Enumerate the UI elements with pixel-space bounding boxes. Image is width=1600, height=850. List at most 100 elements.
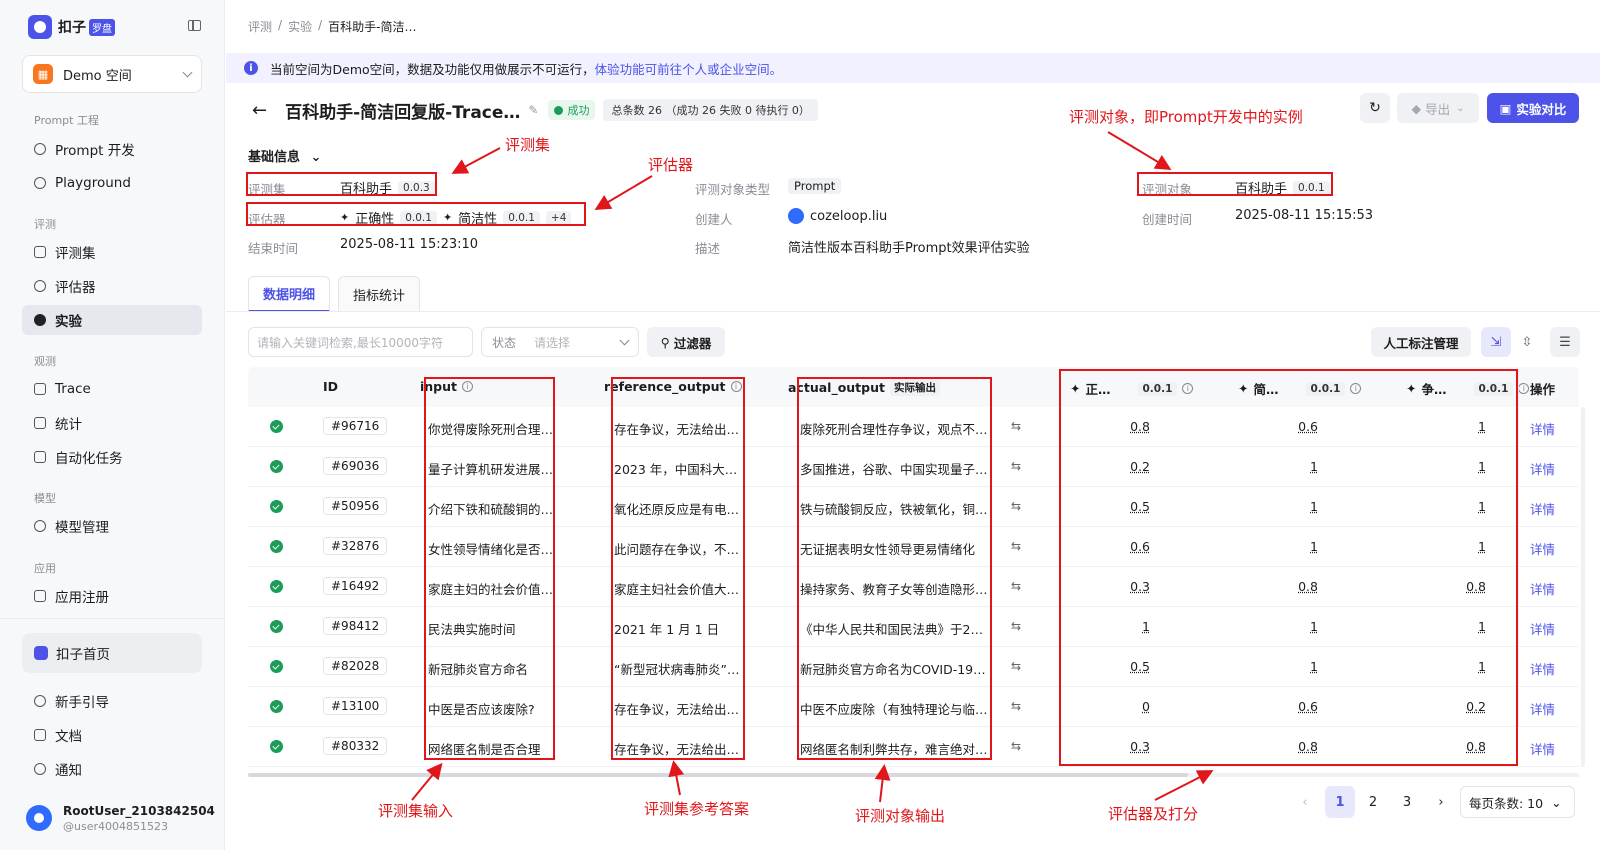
space-select[interactable]: ▦ Demo 空间 — [22, 55, 202, 93]
cell-input[interactable]: 网络匿名制是否合理 — [428, 739, 558, 758]
expand-view-icon[interactable]: ⇳ — [1512, 327, 1542, 357]
sidebar-item-model-mgmt[interactable]: 模型管理 — [22, 511, 202, 541]
trace-icon[interactable]: ⇆ — [1011, 659, 1021, 673]
info-icon[interactable]: i — [462, 381, 474, 392]
page-3-button[interactable]: 3 — [1392, 786, 1422, 818]
sidebar-collapse-icon[interactable] — [188, 20, 201, 31]
trace-icon[interactable]: ⇆ — [1011, 419, 1021, 433]
cell-reference[interactable]: 氧化还原反应是有电… — [614, 499, 744, 518]
edit-icon[interactable]: ✎ — [528, 103, 538, 117]
table-row[interactable]: #50956 介绍下铁和硫酸铜的… 氧化还原反应是有电… 铁与硫酸铜反应，铁被氧化，铜… — [248, 487, 1579, 527]
row-id[interactable]: #82028 — [323, 657, 388, 675]
cell-actual[interactable]: 铁与硫酸铜反应，铁被氧化，铜… — [800, 499, 990, 518]
detail-link[interactable]: 详情 — [1530, 459, 1555, 478]
cell-input[interactable]: 新冠肺炎官方命名 — [428, 659, 558, 678]
cell-score-3[interactable]: 1 — [1446, 499, 1486, 514]
search-input[interactable]: 请输入关键词检索,最长10000字符 — [248, 327, 473, 357]
trace-icon[interactable]: ⇆ — [1011, 619, 1021, 633]
filter-button[interactable]: ⚲ 过滤器 — [647, 327, 725, 357]
sidebar-item-docs[interactable]: 文档 — [22, 720, 202, 750]
cell-score-1[interactable]: 0.3 — [1110, 739, 1150, 754]
detail-link[interactable]: 详情 — [1530, 499, 1555, 518]
detail-link[interactable]: 详情 — [1530, 739, 1555, 758]
row-id[interactable]: #80332 — [323, 737, 388, 755]
target-value[interactable]: 百科助手 0.0.1 — [1235, 178, 1330, 197]
table-row[interactable]: #98412 民法典实施时间 2021 年 1 月 1 日 《中华人民共和国民法典》于… — [248, 607, 1579, 647]
cell-reference[interactable]: “新型冠状病毒肺炎”… — [614, 659, 744, 678]
dataset-value[interactable]: 百科助手 0.0.3 — [340, 178, 435, 197]
home-button[interactable]: 扣子首页 — [22, 633, 202, 673]
cell-score-1[interactable]: 0 — [1110, 699, 1150, 714]
cell-score-2[interactable]: 1 — [1278, 619, 1318, 634]
cell-reference[interactable]: 家庭主妇社会价值大… — [614, 579, 744, 598]
info-icon[interactable]: i — [730, 381, 742, 392]
brand-logo[interactable]: 扣子 罗盘 — [28, 14, 208, 40]
basic-info-toggle[interactable]: 基础信息 ⌄ — [248, 146, 321, 165]
table-row[interactable]: #80332 网络匿名制是否合理 存在争议，无法给出… 网络匿名制利弊共存，难言绝对…… — [248, 727, 1579, 767]
cell-reference[interactable]: 此问题存在争议，不… — [614, 539, 744, 558]
cell-score-1[interactable]: 0.6 — [1110, 539, 1150, 554]
detail-link[interactable]: 详情 — [1530, 579, 1555, 598]
export-button[interactable]: ◆ 导出 ⌄ — [1397, 93, 1479, 123]
detail-link[interactable]: 详情 — [1530, 619, 1555, 638]
status-select[interactable]: 状态 请选择 — [481, 327, 639, 357]
table-row[interactable]: #69036 量子计算机研发进展… 2023 年，中国科大团… 多国推进，谷歌、中国实… — [248, 447, 1579, 487]
page-size-select[interactable]: 每页条数: 10 ⌄ — [1460, 786, 1575, 818]
cell-score-2[interactable]: 0.6 — [1278, 699, 1318, 714]
tab-metrics[interactable]: 指标统计 — [338, 276, 421, 312]
sidebar-item-app-reg[interactable]: 应用注册 — [22, 581, 202, 611]
cell-actual[interactable]: 操持家务、教育子女等创造隐形… — [800, 579, 990, 598]
info-icon[interactable]: i — [1518, 383, 1530, 394]
trace-icon[interactable]: ⇆ — [1011, 499, 1021, 513]
cell-score-3[interactable]: 0.8 — [1446, 739, 1486, 754]
cell-reference[interactable]: 存在争议，无法给出… — [614, 419, 744, 438]
cell-score-1[interactable]: 0.8 — [1110, 419, 1150, 434]
cell-input[interactable]: 量子计算机研发进展… — [428, 459, 558, 478]
info-icon[interactable]: i — [1350, 383, 1362, 394]
table-row[interactable]: #13100 中医是否应该废除? 存在争议，无法给出… 中医不应废除（有独特理论与临…… — [248, 687, 1579, 727]
cell-score-3[interactable]: 1 — [1446, 419, 1486, 434]
sidebar-item-stats[interactable]: 统计 — [22, 408, 202, 438]
user-profile[interactable]: RootUser_2103842504 @user4004851523 — [26, 798, 216, 838]
detail-link[interactable]: 详情 — [1530, 659, 1555, 678]
trace-icon[interactable]: ⇆ — [1011, 539, 1021, 553]
compact-view-icon[interactable]: ⇲ — [1481, 327, 1511, 357]
cell-score-1[interactable]: 0.2 — [1110, 459, 1150, 474]
table-row[interactable]: #32876 女性领导情绪化是否… 此问题存在争议，不… 无证据表明女性领导更易情绪化… — [248, 527, 1579, 567]
sidebar-item-prompt-dev[interactable]: Prompt 开发 — [22, 134, 202, 164]
sidebar-item-guide[interactable]: 新手引导 — [22, 686, 202, 716]
cell-input[interactable]: 家庭主妇的社会价值… — [428, 579, 558, 598]
cell-score-2[interactable]: 1 — [1278, 459, 1318, 474]
trace-icon[interactable]: ⇆ — [1011, 739, 1021, 753]
cell-actual[interactable]: 多国推进，谷歌、中国实现量子… — [800, 459, 990, 478]
cell-score-2[interactable]: 1 — [1278, 539, 1318, 554]
cell-actual[interactable]: 无证据表明女性领导更易情绪化 — [800, 539, 990, 558]
cell-score-3[interactable]: 1 — [1446, 619, 1486, 634]
detail-link[interactable]: 详情 — [1530, 699, 1555, 718]
cell-score-3[interactable]: 1 — [1446, 659, 1486, 674]
cell-reference[interactable]: 存在争议，无法给出… — [614, 739, 744, 758]
cell-score-2[interactable]: 0.6 — [1278, 419, 1318, 434]
column-settings-icon[interactable]: ☰ — [1550, 327, 1580, 357]
breadcrumb-eval[interactable]: 评测 — [248, 18, 272, 35]
cell-score-1[interactable]: 0.5 — [1110, 659, 1150, 674]
cell-score-3[interactable]: 1 — [1446, 459, 1486, 474]
trace-icon[interactable]: ⇆ — [1011, 579, 1021, 593]
cell-input[interactable]: 女性领导情绪化是否… — [428, 539, 558, 558]
cell-score-2[interactable]: 0.8 — [1278, 739, 1318, 754]
cell-score-2[interactable]: 1 — [1278, 659, 1318, 674]
notice-link[interactable]: 体验功能可前往个人或企业空间。 — [595, 59, 783, 78]
back-arrow-icon[interactable]: ← — [252, 100, 267, 121]
cell-actual[interactable]: 《中华人民共和国民法典》于2… — [800, 619, 990, 638]
cell-reference[interactable]: 2023 年，中国科大团… — [614, 459, 744, 478]
table-row[interactable]: #96716 你觉得废除死刑合理… 存在争议，无法给出… 废除死刑合理性存争议，观点不… — [248, 407, 1579, 447]
cell-reference[interactable]: 存在争议，无法给出… — [614, 699, 744, 718]
compare-button[interactable]: ▣ 实验对比 — [1487, 93, 1579, 123]
row-id[interactable]: #98412 — [323, 617, 388, 635]
more-evaluators[interactable]: +4 — [545, 210, 572, 225]
vertical-scrollbar[interactable] — [1581, 407, 1585, 767]
cell-score-2[interactable]: 1 — [1278, 499, 1318, 514]
info-icon[interactable]: i — [1182, 383, 1194, 394]
prev-page-button[interactable]: ‹ — [1290, 786, 1320, 818]
trace-icon[interactable]: ⇆ — [1011, 459, 1021, 473]
